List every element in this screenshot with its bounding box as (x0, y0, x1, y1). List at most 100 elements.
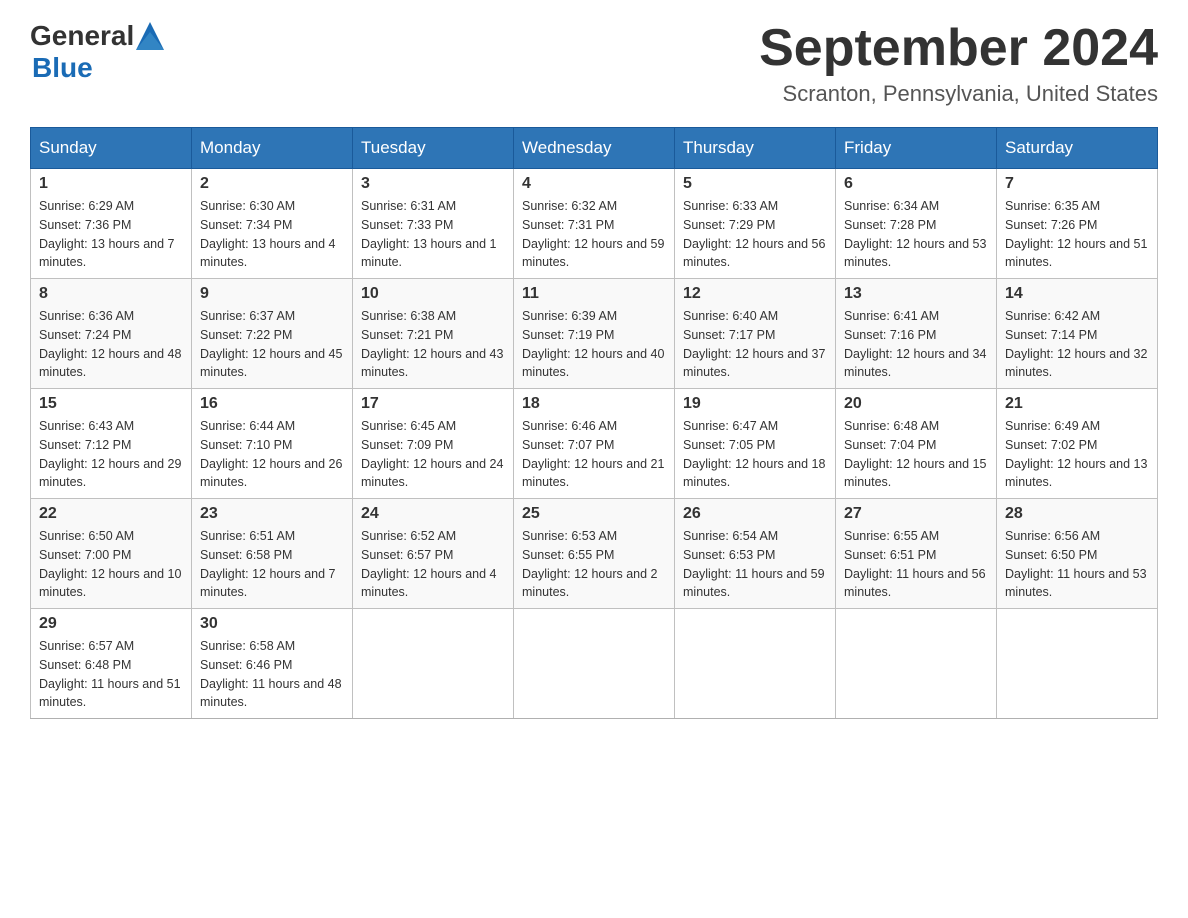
calendar-cell: 26Sunrise: 6:54 AMSunset: 6:53 PMDayligh… (675, 499, 836, 609)
day-info: Sunrise: 6:46 AMSunset: 7:07 PMDaylight:… (522, 417, 666, 492)
day-number: 5 (683, 175, 827, 193)
day-info: Sunrise: 6:42 AMSunset: 7:14 PMDaylight:… (1005, 307, 1149, 382)
day-number: 22 (39, 505, 183, 523)
day-info: Sunrise: 6:44 AMSunset: 7:10 PMDaylight:… (200, 417, 344, 492)
calendar-cell: 10Sunrise: 6:38 AMSunset: 7:21 PMDayligh… (353, 279, 514, 389)
calendar-cell: 11 Sunrise: 6:39 AMSunset: 7:19 PMDayligh… (514, 279, 675, 389)
logo-general: General (30, 20, 134, 52)
day-info: Sunrise: 6:43 AMSunset: 7:12 PMDaylight:… (39, 417, 183, 492)
day-number: 27 (844, 505, 988, 523)
logo: General Blue (30, 20, 164, 84)
day-info: Sunrise: 6:32 AMSunset: 7:31 PMDaylight:… (522, 197, 666, 272)
day-number: 6 (844, 175, 988, 193)
calendar-week-row: 22 Sunrise: 6:50 AMSunset: 7:00 PMDayligh… (31, 499, 1158, 609)
day-info: Sunrise: 6:58 AMSunset: 6:46 PMDaylight:… (200, 637, 344, 712)
day-info: Sunrise: 6:33 AMSunset: 7:29 PMDaylight:… (683, 197, 827, 272)
calendar-cell: 17Sunrise: 6:45 AMSunset: 7:09 PMDayligh… (353, 389, 514, 499)
calendar-cell: 8 Sunrise: 6:36 AMSunset: 7:24 PMDaylight… (31, 279, 192, 389)
calendar-week-row: 1 Sunrise: 6:29 AMSunset: 7:36 PMDaylight… (31, 169, 1158, 279)
title-block: September 2024 Scranton, Pennsylvania, U… (759, 20, 1158, 107)
calendar-cell: 6Sunrise: 6:34 AMSunset: 7:28 PMDaylight… (836, 169, 997, 279)
day-number: 19 (683, 395, 827, 413)
month-title: September 2024 (759, 20, 1158, 77)
day-number: 28 (1005, 505, 1149, 523)
day-info: Sunrise: 6:55 AMSunset: 6:51 PMDaylight:… (844, 527, 988, 602)
day-info: Sunrise: 6:48 AMSunset: 7:04 PMDaylight:… (844, 417, 988, 492)
column-header-friday: Friday (836, 128, 997, 169)
day-number: 25 (522, 505, 666, 523)
day-number: 24 (361, 505, 505, 523)
calendar-cell (514, 609, 675, 719)
day-number: 21 (1005, 395, 1149, 413)
day-info: Sunrise: 6:29 AMSunset: 7:36 PMDaylight:… (39, 197, 183, 272)
day-number: 3 (361, 175, 505, 193)
column-header-saturday: Saturday (997, 128, 1158, 169)
calendar-cell (353, 609, 514, 719)
day-number: 23 (200, 505, 344, 523)
day-number: 8 (39, 285, 183, 303)
day-info: Sunrise: 6:51 AMSunset: 6:58 PMDaylight:… (200, 527, 344, 602)
location-subtitle: Scranton, Pennsylvania, United States (759, 81, 1158, 107)
day-number: 16 (200, 395, 344, 413)
day-info: Sunrise: 6:50 AMSunset: 7:00 PMDaylight:… (39, 527, 183, 602)
day-info: Sunrise: 6:54 AMSunset: 6:53 PMDaylight:… (683, 527, 827, 602)
calendar-header: SundayMondayTuesdayWednesdayThursdayFrid… (31, 128, 1158, 169)
day-info: Sunrise: 6:49 AMSunset: 7:02 PMDaylight:… (1005, 417, 1149, 492)
calendar-cell: 3Sunrise: 6:31 AMSunset: 7:33 PMDaylight… (353, 169, 514, 279)
calendar-week-row: 8 Sunrise: 6:36 AMSunset: 7:24 PMDaylight… (31, 279, 1158, 389)
calendar-cell: 20 Sunrise: 6:48 AMSunset: 7:04 PMDayligh… (836, 389, 997, 499)
day-number: 10 (361, 285, 505, 303)
day-number: 17 (361, 395, 505, 413)
calendar-cell: 22 Sunrise: 6:50 AMSunset: 7:00 PMDayligh… (31, 499, 192, 609)
day-info: Sunrise: 6:56 AMSunset: 6:50 PMDaylight:… (1005, 527, 1149, 602)
day-info: Sunrise: 6:35 AMSunset: 7:26 PMDaylight:… (1005, 197, 1149, 272)
calendar-cell: 1 Sunrise: 6:29 AMSunset: 7:36 PMDaylight… (31, 169, 192, 279)
logo-triangle-icon (136, 22, 164, 50)
calendar-cell: 16 Sunrise: 6:44 AMSunset: 7:10 PMDayligh… (192, 389, 353, 499)
calendar-cell: 14 Sunrise: 6:42 AMSunset: 7:14 PMDayligh… (997, 279, 1158, 389)
calendar-cell: 5 Sunrise: 6:33 AMSunset: 7:29 PMDaylight… (675, 169, 836, 279)
calendar-cell: 9 Sunrise: 6:37 AMSunset: 7:22 PMDaylight… (192, 279, 353, 389)
calendar-cell (836, 609, 997, 719)
day-number: 7 (1005, 175, 1149, 193)
column-header-wednesday: Wednesday (514, 128, 675, 169)
day-info: Sunrise: 6:53 AMSunset: 6:55 PMDaylight:… (522, 527, 666, 602)
day-number: 15 (39, 395, 183, 413)
day-number: 18 (522, 395, 666, 413)
calendar-cell: 23 Sunrise: 6:51 AMSunset: 6:58 PMDayligh… (192, 499, 353, 609)
day-number: 12 (683, 285, 827, 303)
calendar-cell: 29Sunrise: 6:57 AMSunset: 6:48 PMDayligh… (31, 609, 192, 719)
calendar-cell: 30 Sunrise: 6:58 AMSunset: 6:46 PMDayligh… (192, 609, 353, 719)
calendar-body: 1 Sunrise: 6:29 AMSunset: 7:36 PMDaylight… (31, 169, 1158, 719)
day-number: 11 (522, 285, 666, 303)
day-number: 9 (200, 285, 344, 303)
calendar-cell: 13Sunrise: 6:41 AMSunset: 7:16 PMDayligh… (836, 279, 997, 389)
calendar-cell: 25 Sunrise: 6:53 AMSunset: 6:55 PMDayligh… (514, 499, 675, 609)
calendar-cell: 2Sunrise: 6:30 AMSunset: 7:34 PMDaylight… (192, 169, 353, 279)
day-info: Sunrise: 6:57 AMSunset: 6:48 PMDaylight:… (39, 637, 183, 712)
calendar-week-row: 15 Sunrise: 6:43 AMSunset: 7:12 PMDayligh… (31, 389, 1158, 499)
column-header-tuesday: Tuesday (353, 128, 514, 169)
calendar-cell: 27 Sunrise: 6:55 AMSunset: 6:51 PMDayligh… (836, 499, 997, 609)
day-number: 1 (39, 175, 183, 193)
day-number: 2 (200, 175, 344, 193)
day-info: Sunrise: 6:39 AMSunset: 7:19 PMDaylight:… (522, 307, 666, 382)
day-number: 20 (844, 395, 988, 413)
calendar-cell: 18 Sunrise: 6:46 AMSunset: 7:07 PMDayligh… (514, 389, 675, 499)
calendar-cell: 21 Sunrise: 6:49 AMSunset: 7:02 PMDayligh… (997, 389, 1158, 499)
calendar-cell: 15 Sunrise: 6:43 AMSunset: 7:12 PMDayligh… (31, 389, 192, 499)
day-info: Sunrise: 6:41 AMSunset: 7:16 PMDaylight:… (844, 307, 988, 382)
calendar-cell: 24Sunrise: 6:52 AMSunset: 6:57 PMDayligh… (353, 499, 514, 609)
day-info: Sunrise: 6:47 AMSunset: 7:05 PMDaylight:… (683, 417, 827, 492)
calendar-week-row: 29Sunrise: 6:57 AMSunset: 6:48 PMDayligh… (31, 609, 1158, 719)
day-info: Sunrise: 6:36 AMSunset: 7:24 PMDaylight:… (39, 307, 183, 382)
calendar-table: SundayMondayTuesdayWednesdayThursdayFrid… (30, 127, 1158, 719)
day-number: 4 (522, 175, 666, 193)
day-info: Sunrise: 6:40 AMSunset: 7:17 PMDaylight:… (683, 307, 827, 382)
day-info: Sunrise: 6:37 AMSunset: 7:22 PMDaylight:… (200, 307, 344, 382)
calendar-cell: 12 Sunrise: 6:40 AMSunset: 7:17 PMDayligh… (675, 279, 836, 389)
day-number: 30 (200, 615, 344, 633)
calendar-cell (997, 609, 1158, 719)
day-number: 14 (1005, 285, 1149, 303)
calendar-cell: 4 Sunrise: 6:32 AMSunset: 7:31 PMDaylight… (514, 169, 675, 279)
